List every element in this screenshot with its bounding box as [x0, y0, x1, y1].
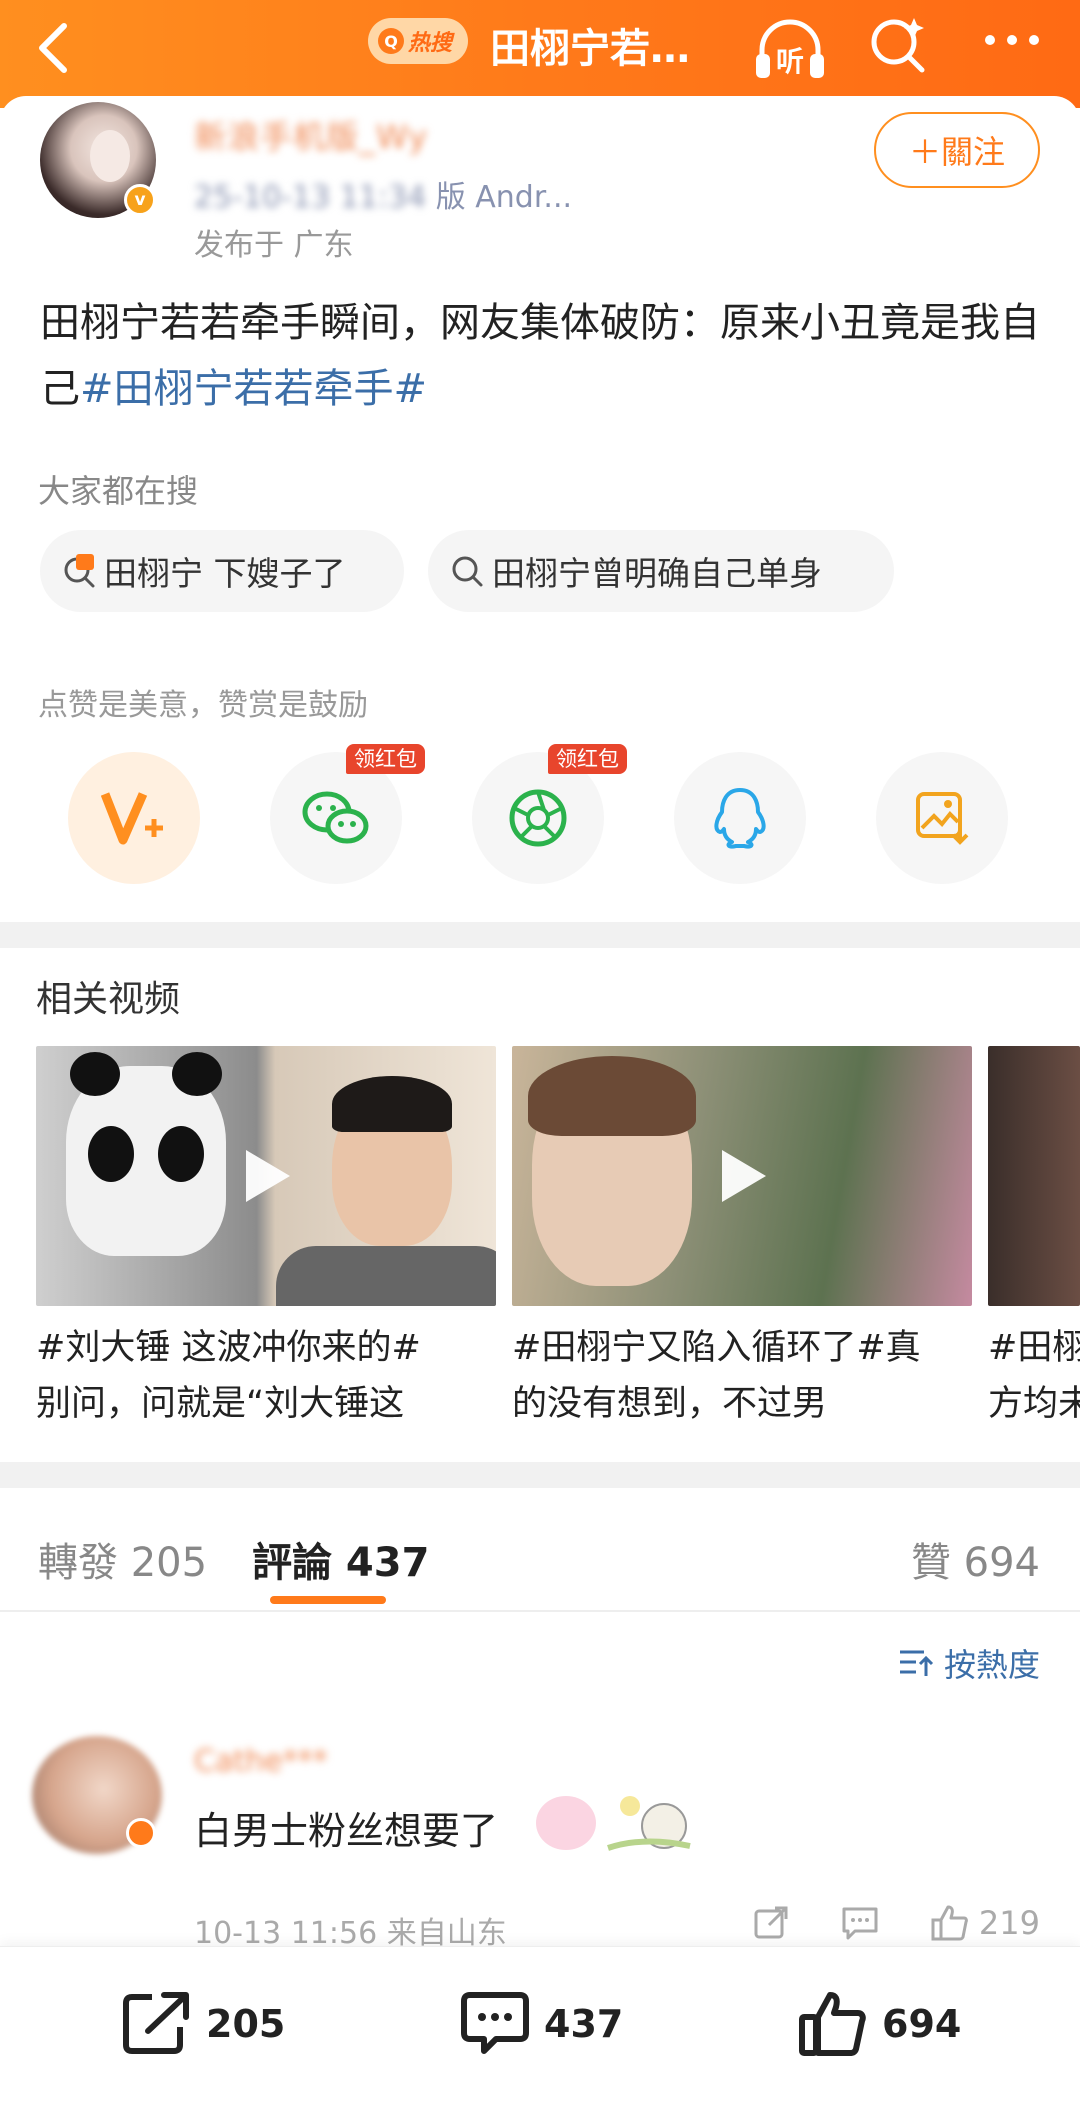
image-download-icon — [916, 792, 969, 845]
like-count: 694 — [882, 2002, 962, 2046]
search-chip[interactable]: 田栩宁 下嫂子了 — [40, 530, 404, 612]
comment-text: 白男士粉丝想要了 — [194, 1809, 499, 1853]
trending-search-heading: 大家都在搜 — [38, 472, 199, 510]
repost-count: 205 — [206, 2002, 286, 2046]
post-text: 田栩宁若若牵手瞬间，网友集体破防：原来小丑竟是我自己#田栩宁若若牵手# — [40, 290, 1040, 422]
sort-label: 按熱度 — [943, 1646, 1040, 1684]
video-thumbnail[interactable] — [36, 1046, 496, 1306]
comment-like-button[interactable]: 219 — [931, 1904, 1040, 1942]
person-image — [528, 1056, 696, 1286]
thumbs-up-icon — [931, 1905, 968, 1941]
reward-v-icon — [101, 792, 163, 845]
more-icon[interactable] — [980, 26, 1044, 56]
play-icon — [722, 1150, 766, 1202]
tab-reposts[interactable]: 轉發 205 — [38, 1530, 207, 1588]
author-name[interactable]: 新浪手机版_Wy — [194, 112, 428, 158]
comment-actions: 219 — [753, 1904, 1040, 1942]
listen-label: 听 — [776, 45, 805, 78]
comment-count: 437 — [544, 2002, 624, 2046]
video-caption[interactable]: #刘大锤 这波冲你来的# 别问，问就是“刘大锤这 — [36, 1320, 496, 1432]
video-caption-line: #田栩 — [988, 1328, 1080, 1368]
save-image-button[interactable] — [876, 752, 1008, 884]
video-caption-line: #刘大锤 这波冲你来的# — [36, 1328, 421, 1368]
video-thumbnail[interactable] — [988, 1046, 1080, 1306]
bottom-action-bar: 205 437 694 — [0, 1946, 1080, 2101]
sort-icon — [899, 1650, 934, 1676]
tab-comments[interactable]: 評論 437 — [252, 1530, 429, 1588]
post-meta: 25-10-13 11:34 版 Andr... — [194, 172, 572, 216]
person-image — [332, 1076, 452, 1246]
share-moments-button[interactable]: 领红包 — [472, 744, 627, 884]
hot-search-icon — [64, 554, 95, 588]
post-location: 发布于 广东 — [194, 228, 354, 263]
tab-likes[interactable]: 贊 694 — [911, 1530, 1040, 1588]
bunny-emoji-icon — [536, 1796, 596, 1850]
sort-button[interactable]: 按熱度 — [898, 1640, 1040, 1686]
video-caption-line: 别问，问就是“刘大锤这 — [36, 1384, 405, 1424]
related-videos-heading: 相关视频 — [36, 979, 181, 1020]
post-device: 版 Andr... — [435, 180, 573, 215]
section-divider — [0, 922, 1080, 948]
hot-search-badge[interactable]: Q 热搜 — [368, 18, 468, 64]
share-row: 领红包 领红包 — [0, 744, 1080, 892]
repost-button[interactable]: 205 — [122, 1991, 285, 2057]
reply-icon[interactable] — [841, 1905, 879, 1941]
back-arrow-icon[interactable] — [24, 18, 84, 78]
post-hashtag-link[interactable]: #田栩宁若若牵手# — [80, 366, 427, 412]
share-qq-button[interactable] — [674, 752, 806, 884]
play-icon — [246, 1150, 290, 1202]
comment-like-count: 219 — [978, 1904, 1040, 1942]
flower-sticker-icon — [607, 1796, 691, 1851]
section-divider — [0, 1462, 1080, 1488]
verified-badge-icon: v — [124, 184, 156, 216]
active-tab-indicator — [270, 1596, 386, 1604]
reward-hint: 点赞是美意，赞赏是鼓励 — [38, 688, 368, 723]
panda-mask-image — [66, 1052, 226, 1256]
interaction-tabs: 轉發 205 評論 437 贊 694 — [0, 1500, 1080, 1612]
search-chip-label: 田栩宁 下嫂子了 — [104, 554, 346, 593]
search-icon: Q — [378, 28, 404, 54]
search-chip-label: 田栩宁曾明确自己单身 — [492, 554, 822, 593]
search-icon — [452, 556, 483, 587]
video-caption-line: 方均未 — [988, 1384, 1080, 1424]
video-caption[interactable]: #田栩宁又陷入循环了#真 的没有想到，不过男 — [512, 1320, 972, 1432]
comment-button[interactable]: 437 — [460, 1991, 623, 2057]
commenter-name[interactable]: Cathe*** — [194, 1744, 328, 1779]
hot-search-label: 热搜 — [408, 31, 453, 56]
page-title[interactable]: 田栩宁若… — [490, 16, 690, 74]
follow-button[interactable]: ＋關注 — [874, 112, 1040, 188]
video-thumbnail[interactable] — [512, 1046, 972, 1306]
repost-icon — [123, 1992, 189, 2054]
comment-icon — [461, 1992, 529, 2054]
post-date: 25-10-13 11:34 — [194, 180, 427, 215]
video-caption-line: #田栩宁又陷入循环了#真 — [512, 1328, 921, 1368]
reward-button[interactable] — [68, 752, 200, 884]
moments-aperture-icon — [509, 789, 567, 847]
search-chip[interactable]: 田栩宁曾明确自己单身 — [428, 530, 894, 612]
video-caption-line: 的没有想到，不过男 — [512, 1384, 828, 1424]
wechat-icon — [302, 791, 369, 844]
like-button[interactable]: 694 — [798, 1991, 961, 2057]
red-packet-tag: 领红包 — [548, 744, 627, 774]
qq-penguin-icon — [714, 788, 766, 849]
listen-headphones-icon[interactable]: 听 — [752, 14, 828, 84]
share-wechat-button[interactable]: 领红包 — [270, 744, 425, 884]
search-icon[interactable] — [866, 12, 930, 76]
top-bar: Q 热搜 田栩宁若… 听 — [0, 0, 1080, 108]
video-caption[interactable]: #田栩 方均未 — [988, 1320, 1080, 1432]
red-packet-tag: 领红包 — [346, 744, 425, 774]
share-icon[interactable] — [753, 1905, 789, 1941]
commenter-badge-icon — [126, 1818, 156, 1848]
thumbs-up-icon — [799, 1992, 866, 2056]
